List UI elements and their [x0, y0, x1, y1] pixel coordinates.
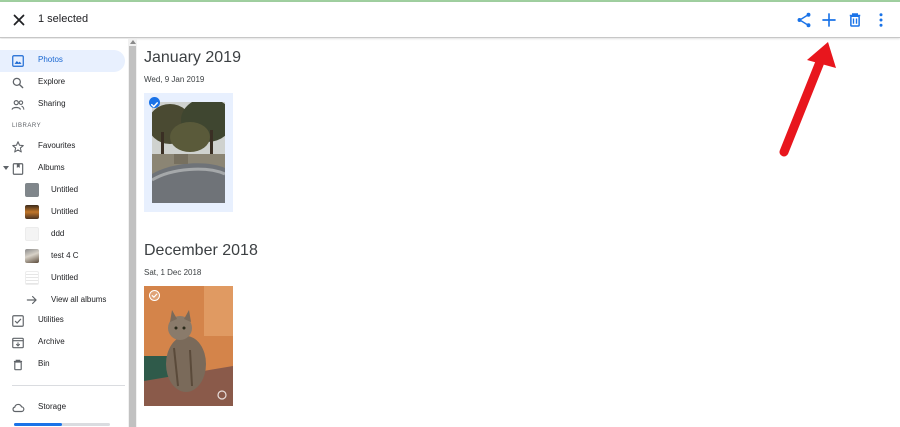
album-item[interactable]: Untitled [0, 180, 125, 202]
sidebar-item-label: Favourites [38, 141, 76, 150]
album-thumbnail [25, 249, 39, 263]
checklist-icon [12, 315, 24, 327]
library-section-header: LIBRARY [12, 123, 42, 129]
sidebar-item-explore[interactable]: Explore [0, 72, 125, 94]
expand-caret-icon[interactable] [3, 166, 9, 170]
storage-usage-fill [14, 423, 62, 426]
check-mark-icon [151, 102, 158, 108]
selection-count: 1 selected [38, 13, 89, 25]
photo-tile[interactable] [144, 286, 233, 406]
sidebar-item-albums[interactable]: Albums [0, 158, 125, 180]
selection-toolbar: 1 selected [0, 2, 900, 38]
people-icon [11, 100, 25, 110]
album-item-label: test 4 C [51, 251, 79, 260]
cloud-icon [12, 403, 25, 413]
photo-cat [144, 286, 233, 406]
archive-icon [12, 337, 24, 349]
sidebar-nav: Photos Explore Sharing LIBRARY Favourite… [0, 39, 128, 427]
month-heading: December 2018 [144, 242, 258, 259]
scroll-up-arrow-icon[interactable] [130, 40, 136, 44]
scrollbar-thumb[interactable] [129, 46, 136, 427]
photo-fountain [152, 102, 225, 203]
album-item-label: Untitled [51, 207, 79, 216]
sidebar-item-favourites[interactable]: Favourites [0, 136, 125, 158]
more-vert-icon[interactable] [872, 11, 890, 29]
sidebar-item-label: Bin [38, 359, 50, 368]
delete-icon[interactable] [846, 11, 864, 29]
album-thumbnail [25, 183, 39, 197]
sidebar-item-label: View all albums [51, 295, 107, 304]
album-thumbnail [25, 271, 39, 285]
sidebar-item-sharing[interactable]: Sharing [0, 94, 125, 116]
sidebar-item-label: Storage [38, 402, 67, 411]
photo-icon [12, 55, 24, 67]
annotation-arrow [779, 42, 836, 157]
album-item[interactable]: Untitled [0, 202, 125, 224]
sidebar-item-bin[interactable]: Bin [0, 354, 125, 376]
storage-usage-bar [14, 423, 110, 426]
sidebar-item-archive[interactable]: Archive [0, 332, 125, 354]
sidebar-item-label: Explore [38, 77, 66, 86]
sidebar-item-label: Albums [38, 163, 65, 172]
album-icon [12, 163, 24, 175]
album-item[interactable]: Untitled [0, 268, 125, 290]
month-heading: January 2019 [144, 49, 241, 66]
check-mark-icon [151, 293, 158, 298]
add-icon[interactable] [820, 11, 838, 29]
share-icon[interactable] [795, 11, 813, 29]
sidebar-divider [12, 385, 125, 386]
album-item[interactable]: ddd [0, 224, 125, 246]
selected-check-icon[interactable] [149, 97, 160, 108]
sidebar-item-label: Photos [38, 55, 63, 64]
sidebar-item-label: Archive [38, 337, 65, 346]
sidebar-item-view-all-albums[interactable]: View all albums [0, 290, 125, 312]
photo-tile-selected[interactable] [144, 93, 233, 212]
album-item-label: Untitled [51, 185, 79, 194]
arrow-right-icon [26, 295, 37, 305]
sidebar-item-label: Utilities [38, 315, 64, 324]
album-thumbnail [25, 205, 39, 219]
album-item-label: Untitled [51, 273, 79, 282]
album-thumbnail [25, 227, 39, 241]
search-icon [12, 77, 24, 89]
trash-icon [13, 359, 23, 371]
sidebar-item-label: Sharing [38, 99, 66, 108]
sidebar-item-photos[interactable]: Photos [0, 50, 125, 72]
select-check-icon[interactable] [149, 290, 160, 301]
album-item[interactable]: test 4 C [0, 246, 125, 268]
day-date-label: Sat, 1 Dec 2018 [144, 268, 202, 277]
star-icon [12, 141, 24, 153]
sidebar-item-storage[interactable]: Storage [0, 397, 125, 419]
close-icon[interactable] [10, 11, 28, 29]
day-date-label: Wed, 9 Jan 2019 [144, 75, 205, 84]
album-item-label: ddd [51, 229, 65, 238]
sidebar-item-utilities[interactable]: Utilities [0, 310, 125, 332]
